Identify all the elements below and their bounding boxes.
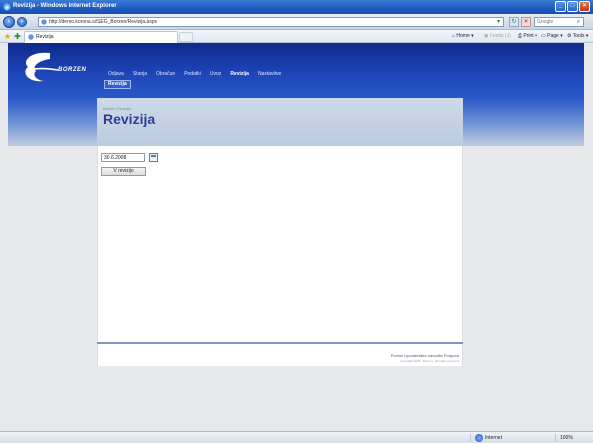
window-title: Revizija - Windows Internet Explorer bbox=[13, 3, 117, 9]
search-icon[interactable]: ⌕ bbox=[575, 19, 582, 26]
nav-item-uvoz[interactable]: Uvoz bbox=[210, 71, 221, 77]
nav-item-podatki[interactable]: Podatki bbox=[184, 71, 201, 77]
nav-item-odjava[interactable]: Odjava bbox=[108, 71, 124, 77]
favorites-star-icon[interactable]: ★ bbox=[3, 32, 12, 41]
footer-links[interactable]: Pomoč Uporabniško navodilo Podpora bbox=[391, 353, 459, 358]
site-header: BORZEN Odjava Stanja Obračun Podatki Uvo… bbox=[8, 43, 584, 98]
window-title-bar: e Revizija - Windows Internet Explorer _… bbox=[0, 0, 593, 14]
footer-copyright: Copyright 2008 - Borzen - All rights res… bbox=[399, 359, 459, 363]
status-divider bbox=[470, 434, 471, 442]
page-title-band: Borzen Revizija Revizija bbox=[97, 98, 463, 146]
add-favorites-icon[interactable]: ✚ bbox=[13, 32, 22, 41]
command-bar: ★ ✚ Revizija ⌂ Home ▾ ◉ Feeds (J) ⎙ Prin… bbox=[0, 30, 593, 43]
status-divider bbox=[555, 434, 556, 442]
right-decor-band bbox=[463, 98, 584, 146]
tools-label: Tools bbox=[572, 33, 585, 39]
page-menu[interactable]: ▭ Page ▾ bbox=[541, 33, 563, 39]
search-input[interactable] bbox=[535, 18, 575, 26]
status-bar: Internet 100% bbox=[0, 431, 593, 443]
maximize-button[interactable]: □ bbox=[567, 1, 578, 12]
page-title: Revizija bbox=[103, 111, 156, 127]
tab-page-icon bbox=[28, 34, 34, 40]
home-label: Home bbox=[456, 33, 470, 39]
date-field[interactable] bbox=[101, 153, 145, 162]
tools-menu[interactable]: ⚙ Tools ▾ bbox=[567, 33, 588, 39]
page-label: Page bbox=[547, 33, 559, 39]
address-bar: ‹ › http://demo.korona.si/SEG_Borzen/Rev… bbox=[0, 14, 593, 30]
stop-button[interactable]: ✕ bbox=[521, 17, 531, 27]
url-text: http://demo.korona.si/SEG_Borzen/Revizij… bbox=[49, 19, 158, 25]
home-button[interactable]: ⌂ Home ▾ bbox=[452, 33, 474, 39]
main-nav: Odjava Stanja Obračun Podatki Uvoz Reviz… bbox=[108, 71, 281, 77]
zone-label: Internet bbox=[485, 435, 502, 441]
back-button[interactable]: ‹ bbox=[3, 16, 15, 28]
browser-viewport: BORZEN Odjava Stanja Obračun Podatki Uvo… bbox=[0, 43, 593, 431]
internet-zone-icon bbox=[475, 434, 483, 442]
submit-revision-button[interactable]: V revizijo bbox=[101, 167, 146, 176]
page-icon bbox=[41, 19, 47, 25]
zoom-level[interactable]: 100% bbox=[560, 435, 573, 441]
nav-item-stanja[interactable]: Stanja bbox=[133, 71, 147, 77]
nav-item-nastavitve[interactable]: Nastavitve bbox=[258, 71, 281, 77]
page-footer: Pomoč Uporabniško navodilo Podpora Copyr… bbox=[97, 344, 463, 366]
search-box[interactable]: ⌕ bbox=[534, 17, 584, 27]
subnav-revizija[interactable]: Revizija bbox=[104, 80, 131, 89]
tab-revizija[interactable]: Revizija bbox=[24, 31, 178, 43]
dropdown-arrow-icon[interactable]: ▾ bbox=[495, 19, 502, 26]
tab-label: Revizija bbox=[36, 34, 54, 40]
left-decor-band bbox=[8, 98, 97, 146]
logo-text: BORZEN bbox=[58, 67, 87, 73]
feeds-button[interactable]: ◉ Feeds (J) bbox=[484, 33, 511, 39]
print-button[interactable]: ⎙ Print ▾ bbox=[518, 33, 537, 39]
close-button[interactable]: × bbox=[579, 1, 590, 12]
content-panel: V revizijo bbox=[97, 146, 463, 342]
url-field[interactable]: http://demo.korona.si/SEG_Borzen/Revizij… bbox=[38, 17, 504, 27]
print-label: Print bbox=[523, 33, 534, 39]
ie-icon: e bbox=[3, 3, 11, 11]
calendar-icon[interactable] bbox=[149, 153, 158, 162]
minimize-button[interactable]: _ bbox=[555, 1, 566, 12]
refresh-button[interactable]: ↻ bbox=[509, 17, 519, 27]
nav-item-revizija[interactable]: Revizija bbox=[230, 71, 249, 77]
nav-item-obracun[interactable]: Obračun bbox=[156, 71, 175, 77]
feeds-label: Feeds (J) bbox=[489, 33, 511, 39]
new-tab-button[interactable] bbox=[179, 32, 193, 42]
forward-button[interactable]: › bbox=[17, 17, 27, 27]
borzen-logo bbox=[25, 52, 59, 82]
